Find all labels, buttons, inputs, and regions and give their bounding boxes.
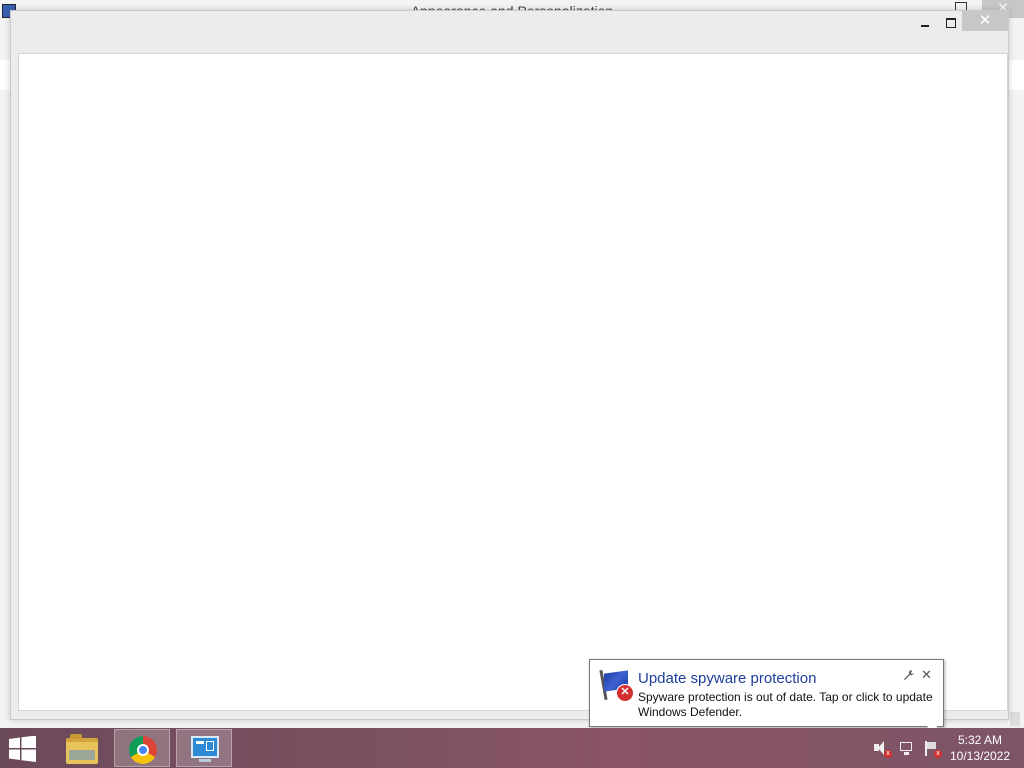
action-center-flag-icon[interactable]: x (922, 740, 942, 758)
taskbar-control-panel[interactable] (176, 729, 232, 767)
maximize-button[interactable] (938, 13, 964, 33)
taskbar-file-explorer[interactable] (56, 729, 112, 767)
wrench-icon[interactable] (903, 669, 915, 681)
minimize-button[interactable] (912, 13, 938, 33)
control-panel-icon (191, 736, 219, 758)
notification-close-button[interactable]: ✕ (921, 668, 933, 682)
windows-defender-flag-icon: ✕ (599, 669, 634, 702)
network-icon[interactable] (898, 740, 916, 756)
notification-balloon[interactable]: ✕ Update spyware protection Spyware prot… (589, 659, 944, 727)
error-icon: ✕ (616, 684, 634, 702)
chrome-icon (129, 736, 157, 764)
clock-date: 10/13/2022 (949, 749, 1011, 763)
clock-time: 5:32 AM (957, 733, 1003, 747)
windows-logo-icon (9, 735, 36, 762)
background-scrollbar[interactable] (1010, 712, 1020, 726)
notification-body: Spyware protection is out of date. Tap o… (638, 690, 933, 719)
folder-icon (66, 734, 98, 764)
close-button[interactable]: ✕ (962, 11, 1008, 31)
main-window: ✕ (10, 10, 1009, 720)
window-content-area (18, 53, 1008, 711)
window-titlebar[interactable]: ✕ (11, 11, 1008, 53)
taskbar-chrome[interactable] (114, 729, 170, 767)
background-window-edge-right (1008, 60, 1024, 90)
taskbar-clock[interactable]: 5:32 AM 10/13/2022 (944, 732, 1016, 766)
volume-muted-icon[interactable]: x (872, 740, 892, 758)
start-button[interactable] (8, 735, 40, 762)
taskbar: x x 5:32 AM 10/13/2022 (0, 728, 1024, 768)
notification-title: Update spyware protection (638, 670, 817, 687)
